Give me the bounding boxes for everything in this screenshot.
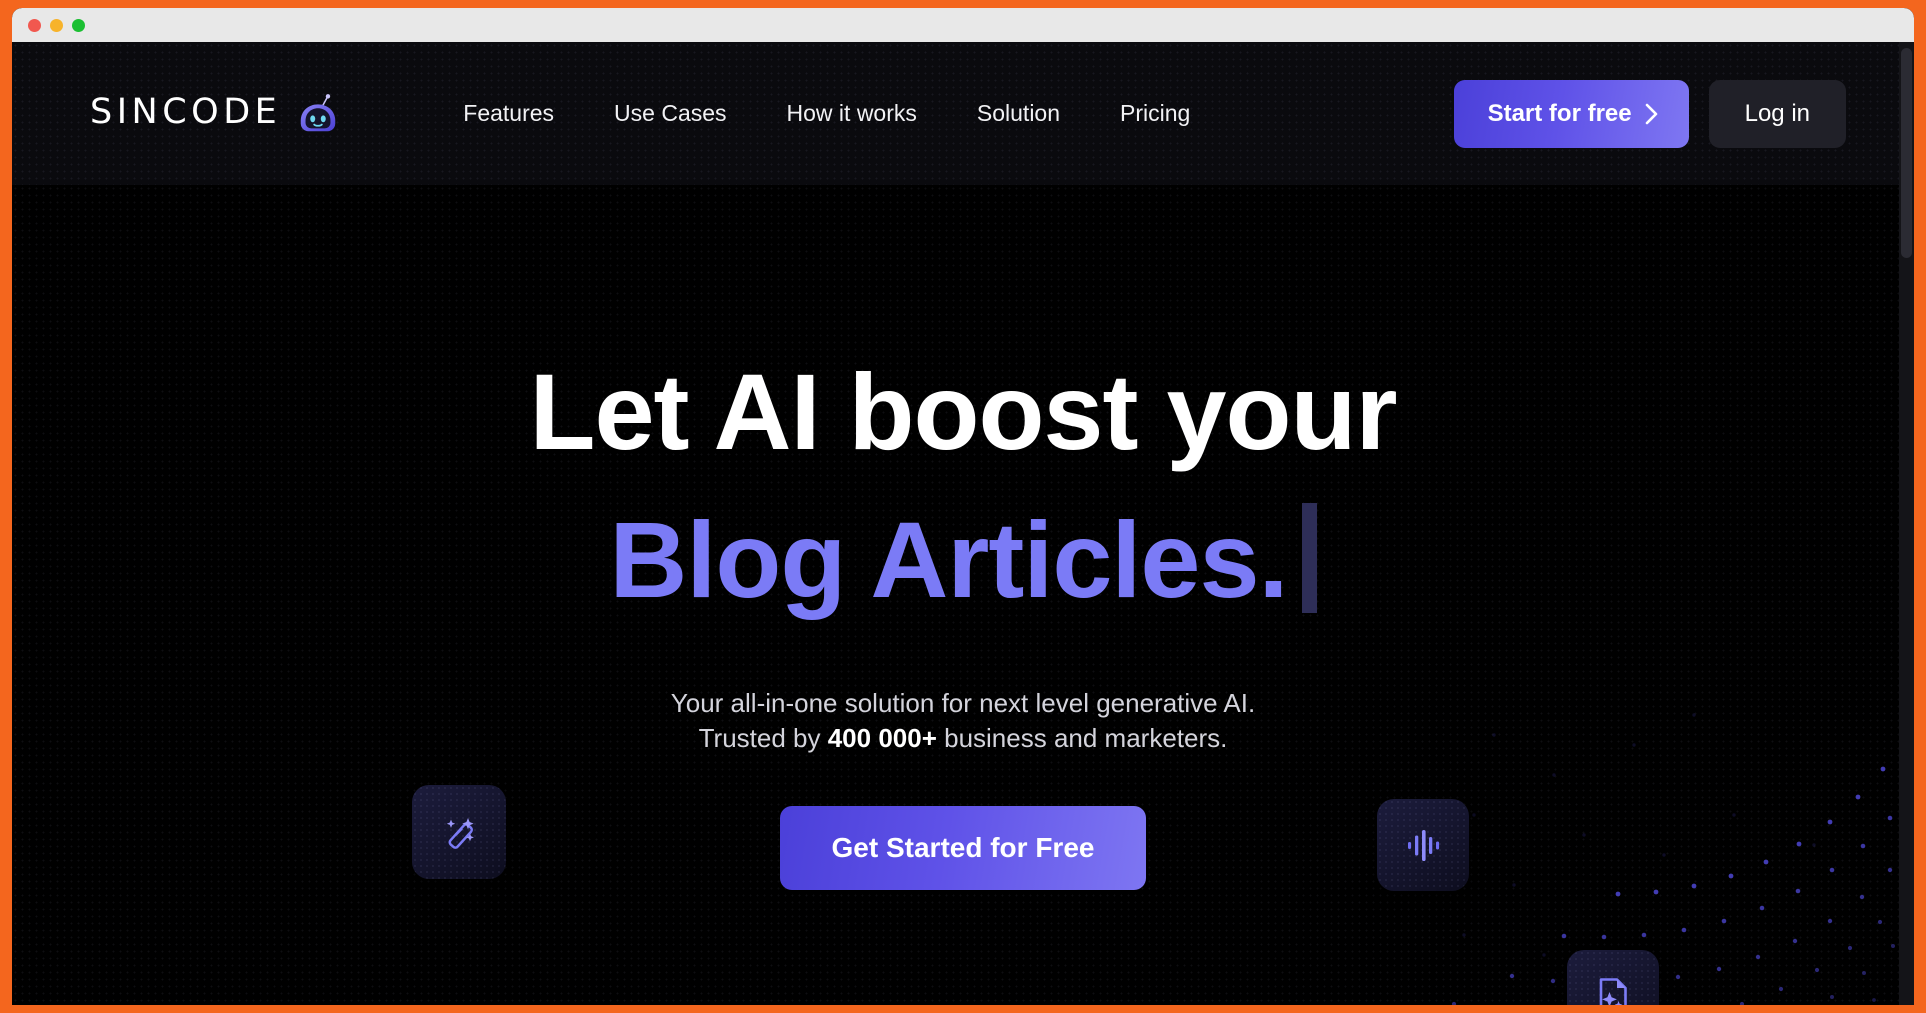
page-viewport: SINCODE Features Use Cases How it works … xyxy=(12,42,1914,1005)
hero-headline-line2-row: Blog Articles. xyxy=(12,494,1914,626)
start-for-free-label: Start for free xyxy=(1487,99,1632,127)
log-in-button[interactable]: Log in xyxy=(1708,79,1846,148)
robot-mascot-icon xyxy=(295,91,341,137)
minimize-window-button[interactable] xyxy=(50,18,63,32)
nav-item-how-it-works[interactable]: How it works xyxy=(757,90,947,137)
vertical-scrollbar-thumb[interactable] xyxy=(1901,48,1912,258)
header-actions: Start for free Log in xyxy=(1453,79,1846,148)
window-titlebar xyxy=(12,8,1914,42)
tile-document-sparkle[interactable] xyxy=(1567,950,1659,1005)
start-for-free-button[interactable]: Start for free xyxy=(1453,79,1689,148)
site-header: SINCODE Features Use Cases How it works … xyxy=(12,42,1914,185)
nav-item-pricing[interactable]: Pricing xyxy=(1090,90,1220,137)
get-started-for-free-button[interactable]: Get Started for Free xyxy=(779,806,1147,891)
subhead-line2-prefix: Trusted by xyxy=(698,723,828,754)
hero-subheadline: Your all-in-one solution for next level … xyxy=(12,686,1914,756)
chevron-right-icon xyxy=(1644,102,1659,126)
hero-headline-line2: Blog Articles. xyxy=(609,499,1288,620)
maximize-window-button[interactable] xyxy=(72,18,85,32)
subhead-line1: Your all-in-one solution for next level … xyxy=(670,688,1256,718)
browser-window: SINCODE Features Use Cases How it works … xyxy=(12,8,1914,1005)
nav-item-solution[interactable]: Solution xyxy=(947,90,1090,137)
close-window-button[interactable] xyxy=(28,18,41,32)
brand-logo[interactable]: SINCODE xyxy=(90,91,341,137)
document-sparkle-icon xyxy=(1592,975,1634,1005)
subhead-trusted-count: 400 000+ xyxy=(827,723,937,754)
hero-section: Let AI boost your Blog Articles. Your al… xyxy=(12,185,1914,1005)
hero-headline-line1: Let AI boost your xyxy=(529,351,1398,472)
hero-cta-wrapper: Get Started for Free xyxy=(12,806,1914,891)
brand-wordmark: SINCODE xyxy=(90,92,282,132)
typing-caret xyxy=(1301,503,1317,613)
subhead-line2-suffix: business and marketers. xyxy=(936,723,1228,754)
nav-item-use-cases[interactable]: Use Cases xyxy=(584,90,756,137)
desktop-backdrop: SINCODE Features Use Cases How it works … xyxy=(0,0,1926,1013)
nav-item-features[interactable]: Features xyxy=(433,90,584,137)
primary-navigation: Features Use Cases How it works Solution… xyxy=(433,90,1220,137)
hero-content: Let AI boost your Blog Articles. Your al… xyxy=(12,185,1914,891)
